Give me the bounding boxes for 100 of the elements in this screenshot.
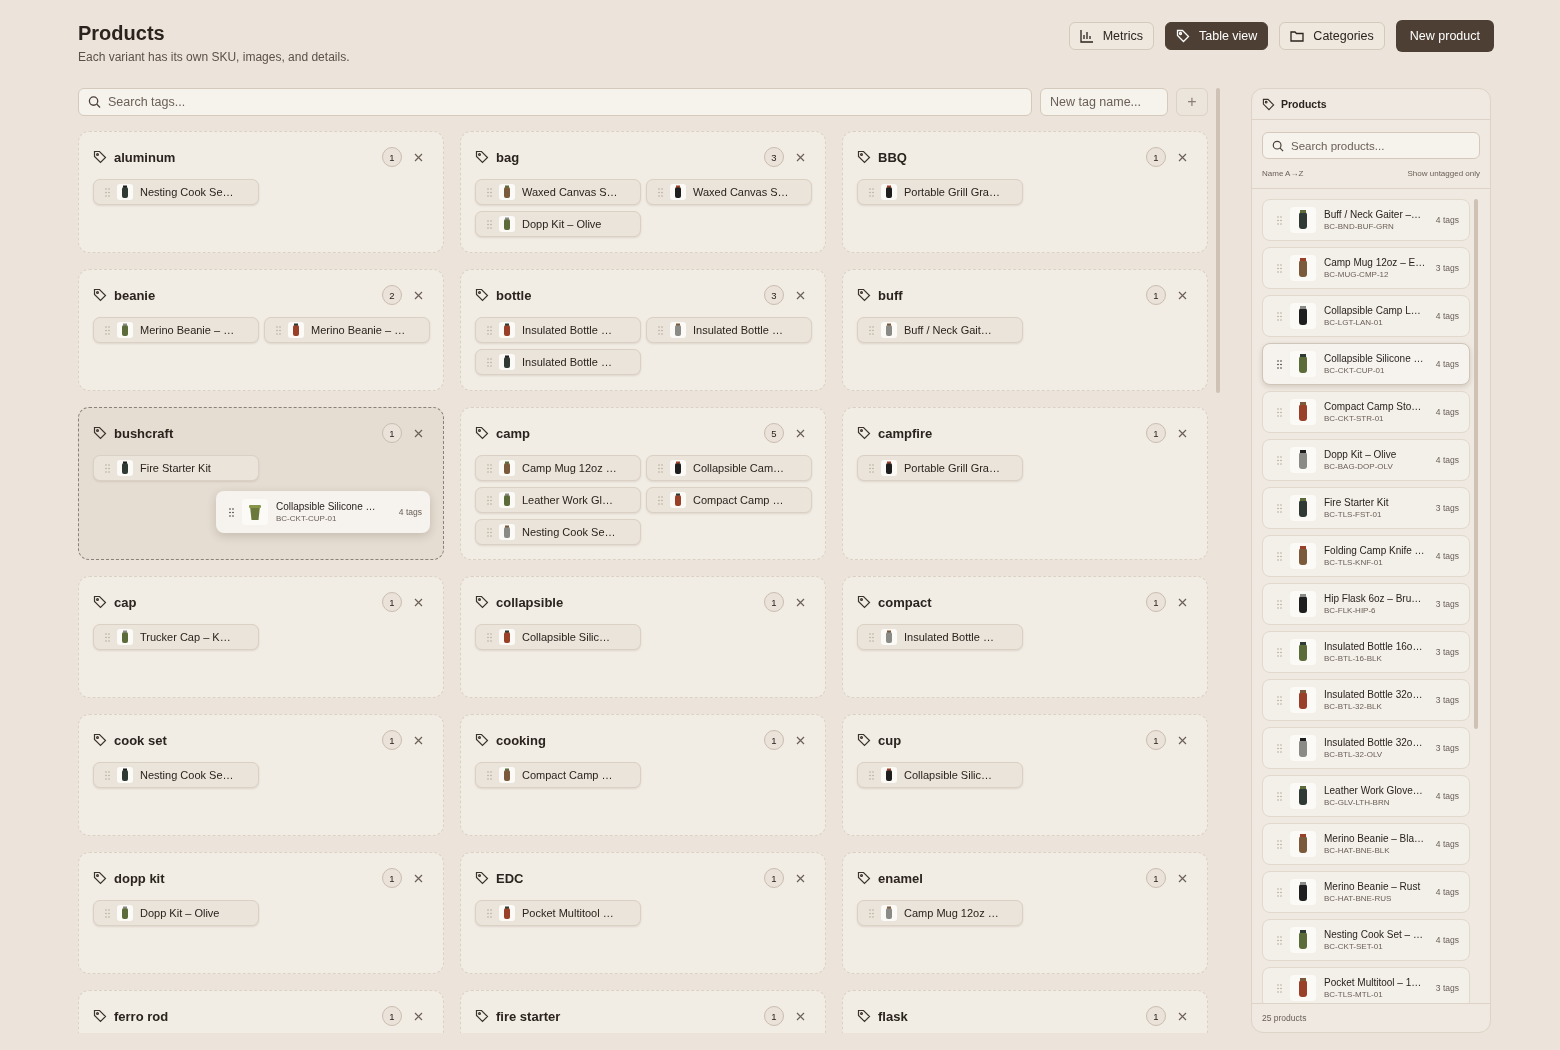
tag-icon bbox=[93, 871, 107, 885]
product-list-item[interactable]: Collapsible Silicone … BC-CKT-CUP-01 4 tags bbox=[1262, 343, 1470, 385]
product-chip[interactable]: Merino Beanie – … bbox=[93, 317, 259, 343]
product-chip[interactable]: Fire Starter Kit bbox=[93, 455, 259, 481]
page-title: Products bbox=[78, 22, 166, 45]
product-chip[interactable]: Dopp Kit – Olive bbox=[93, 900, 259, 926]
drag-preview-card[interactable]: Collapsible Silicone … BC-CKT-CUP-01 4 tags bbox=[216, 491, 430, 533]
product-search-field[interactable]: Search products... bbox=[1262, 132, 1480, 159]
close-icon[interactable] bbox=[796, 1011, 805, 1021]
tag-name: buff bbox=[878, 287, 904, 303]
product-chip[interactable]: Insulated Bottle … bbox=[646, 317, 812, 343]
close-icon[interactable] bbox=[796, 735, 805, 745]
scrollbar[interactable] bbox=[1216, 88, 1220, 393]
metrics-button[interactable]: Metrics bbox=[1068, 22, 1154, 50]
close-icon[interactable] bbox=[1178, 873, 1187, 883]
product-list-item[interactable]: Buff / Neck Gaiter –… BC-BND-BUF-GRN 4 tags bbox=[1262, 199, 1470, 241]
product-chip[interactable]: Collapsible Cam… bbox=[646, 455, 812, 481]
product-list-item[interactable]: Leather Work Glove… BC-GLV-LTH-BRN 4 tags bbox=[1262, 775, 1470, 817]
product-chip[interactable]: Insulated Bottle … bbox=[475, 349, 641, 375]
product-chip[interactable]: Camp Mug 12oz … bbox=[475, 455, 641, 481]
scrollbar[interactable] bbox=[1474, 199, 1478, 729]
tag-search-field[interactable]: Search tags... bbox=[78, 88, 1032, 116]
product-chip[interactable]: Leather Work Gl… bbox=[475, 487, 641, 513]
product-chip[interactable]: Insulated Bottle … bbox=[857, 624, 1023, 650]
untagged-filter-toggle[interactable]: Show untagged only bbox=[1407, 169, 1480, 178]
product-chip[interactable]: Collapsible Silic… bbox=[475, 624, 641, 650]
product-sku: BC-BND-BUF-GRN bbox=[1324, 222, 1395, 231]
product-list-item[interactable]: Folding Camp Knife … BC-TLS-KNF-01 4 tags bbox=[1262, 535, 1470, 577]
new-product-button[interactable]: New product bbox=[1395, 20, 1494, 52]
product-chip[interactable]: Buff / Neck Gait… bbox=[857, 317, 1023, 343]
close-icon[interactable] bbox=[414, 735, 423, 745]
product-chip[interactable]: Insulated Bottle … bbox=[475, 317, 641, 343]
product-chip[interactable]: Portable Grill Gra… bbox=[857, 455, 1023, 481]
new-tag-field[interactable]: New tag name... bbox=[1040, 88, 1168, 116]
close-icon[interactable] bbox=[1178, 1011, 1187, 1021]
product-list-item[interactable]: Merino Beanie – Rust BC-HAT-BNE-RUS 4 tags bbox=[1262, 871, 1470, 913]
tag-count: 3 tags bbox=[1435, 647, 1459, 657]
tag-icon bbox=[93, 733, 107, 747]
drag-handle-icon bbox=[869, 463, 874, 473]
product-chip[interactable]: Waxed Canvas S… bbox=[646, 179, 812, 205]
close-icon[interactable] bbox=[1178, 597, 1187, 607]
close-icon[interactable] bbox=[796, 597, 805, 607]
table-view-button[interactable]: Table view bbox=[1165, 22, 1269, 50]
tag-icon bbox=[93, 595, 107, 609]
sort-toggle[interactable]: Name A→Z bbox=[1262, 169, 1304, 178]
close-icon[interactable] bbox=[1178, 290, 1187, 300]
categories-button[interactable]: Categories bbox=[1279, 22, 1385, 50]
close-icon[interactable] bbox=[414, 428, 423, 438]
product-chip[interactable]: Merino Beanie – … bbox=[264, 317, 430, 343]
product-chip[interactable]: Waxed Canvas S… bbox=[475, 179, 641, 205]
product-chip[interactable]: Collapsible Silic… bbox=[857, 762, 1023, 788]
product-chip[interactable]: Portable Grill Gra… bbox=[857, 179, 1023, 205]
close-icon[interactable] bbox=[1178, 428, 1187, 438]
product-name: Collapsible Silicone … bbox=[276, 501, 377, 512]
product-list-item[interactable]: Fire Starter Kit BC-TLS-FST-01 3 tags bbox=[1262, 487, 1470, 529]
tag-count: 4 tags bbox=[1435, 551, 1459, 561]
product-chip[interactable]: Nesting Cook Se… bbox=[475, 519, 641, 545]
drag-handle-icon bbox=[869, 632, 874, 642]
tag-count: 1 bbox=[1146, 285, 1166, 305]
product-chip[interactable]: Trucker Cap – K… bbox=[93, 624, 259, 650]
product-list-item[interactable]: Insulated Bottle 32o… BC-BTL-32-OLV 3 tags bbox=[1262, 727, 1470, 769]
product-chip[interactable]: Camp Mug 12oz … bbox=[857, 900, 1023, 926]
tag-count: 1 bbox=[764, 730, 784, 750]
close-icon[interactable] bbox=[796, 290, 805, 300]
close-icon[interactable] bbox=[414, 873, 423, 883]
product-list-item[interactable]: Insulated Bottle 32o… BC-BTL-32-BLK 3 tags bbox=[1262, 679, 1470, 721]
close-icon[interactable] bbox=[414, 152, 423, 162]
product-list-item[interactable]: Compact Camp Sto… BC-CKT-STR-01 4 tags bbox=[1262, 391, 1470, 433]
close-icon[interactable] bbox=[796, 152, 805, 162]
tag-count: 3 tags bbox=[1435, 695, 1459, 705]
product-list-item[interactable]: Insulated Bottle 16o… BC-BTL-16-BLK 3 tags bbox=[1262, 631, 1470, 673]
tag-count: 1 bbox=[382, 423, 402, 443]
product-chip[interactable]: Nesting Cook Se… bbox=[93, 179, 259, 205]
product-chip[interactable]: Compact Camp … bbox=[646, 487, 812, 513]
drag-handle-icon bbox=[1277, 503, 1282, 513]
tag-count: 4 tags bbox=[1435, 359, 1459, 369]
product-list-item[interactable]: Hip Flask 6oz – Bru… BC-FLK-HIP-6 3 tags bbox=[1262, 583, 1470, 625]
tag-name: enamel bbox=[878, 870, 924, 886]
product-chip[interactable]: Dopp Kit – Olive bbox=[475, 211, 641, 237]
drag-handle-icon bbox=[1277, 551, 1282, 561]
product-list-item[interactable]: Dopp Kit – Olive BC-BAG-DOP-OLV 4 tags bbox=[1262, 439, 1470, 481]
close-icon[interactable] bbox=[1178, 735, 1187, 745]
close-icon[interactable] bbox=[796, 873, 805, 883]
product-sku: BC-BAG-DOP-OLV bbox=[1324, 462, 1394, 471]
close-icon[interactable] bbox=[414, 290, 423, 300]
bar-chart-icon bbox=[1079, 29, 1094, 43]
close-icon[interactable] bbox=[414, 597, 423, 607]
product-chip[interactable]: Nesting Cook Se… bbox=[93, 762, 259, 788]
product-chip[interactable]: Pocket Multitool … bbox=[475, 900, 641, 926]
product-list-item[interactable]: Camp Mug 12oz – E… BC-MUG-CMP-12 3 tags bbox=[1262, 247, 1470, 289]
product-chip[interactable]: Compact Camp … bbox=[475, 762, 641, 788]
product-list-item[interactable]: Pocket Multitool – 1… BC-TLS-MTL-01 3 tags bbox=[1262, 967, 1470, 1003]
close-icon[interactable] bbox=[1178, 152, 1187, 162]
close-icon[interactable] bbox=[414, 1011, 423, 1021]
product-list-item[interactable]: Collapsible Camp L… BC-LGT-LAN-01 4 tags bbox=[1262, 295, 1470, 337]
product-list-item[interactable]: Nesting Cook Set – … BC-CKT-SET-01 4 tags bbox=[1262, 919, 1470, 961]
tag-name: cook set bbox=[114, 732, 168, 748]
tag-count: 1 bbox=[1146, 423, 1166, 443]
product-list-item[interactable]: Merino Beanie – Bla… BC-HAT-BNE-BLK 4 tags bbox=[1262, 823, 1470, 865]
close-icon[interactable] bbox=[796, 428, 805, 438]
